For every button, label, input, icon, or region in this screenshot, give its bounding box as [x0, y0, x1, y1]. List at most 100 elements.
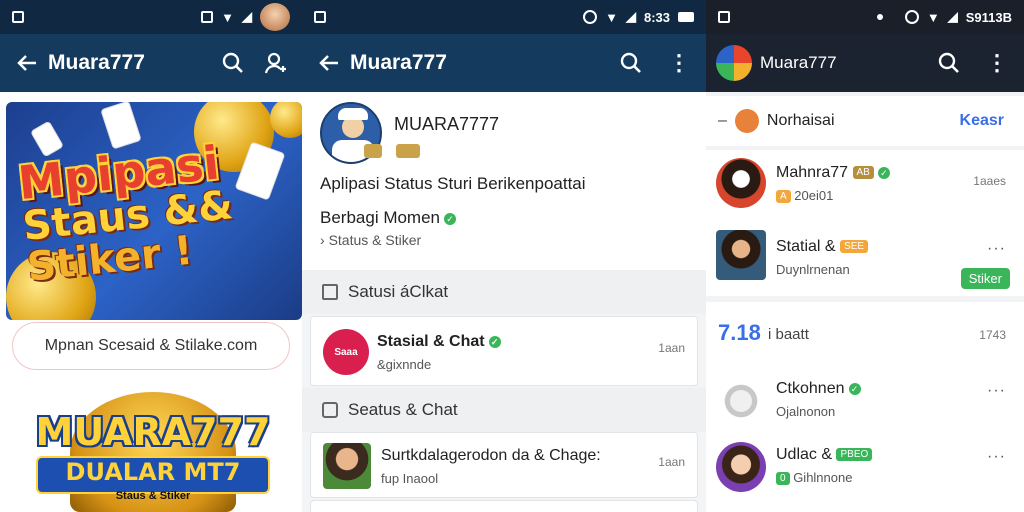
chat-time: 1aan: [658, 455, 685, 469]
chat-avatar: Saaa: [323, 329, 369, 375]
chat-bubble-icon: [322, 402, 338, 418]
contact-subtitle: 0 Gihlnnone: [776, 470, 853, 486]
divider-number: 7.18: [718, 320, 761, 345]
profile-subtitle-text: Berbagi Momen: [320, 208, 441, 227]
contact-subtitle-text: Gihlnnone: [793, 470, 853, 485]
add-user-icon[interactable]: [258, 46, 292, 80]
status-bar: ▼ ◢ S9113B: [706, 0, 1024, 34]
back-arrow-icon[interactable]: [10, 46, 44, 80]
chat-name-text: Stasial & Chat: [377, 333, 485, 350]
contact-name-text: Mahnra77: [776, 164, 849, 181]
chat-avatar: [323, 443, 371, 489]
verified-icon: ✓: [444, 212, 457, 225]
list-item[interactable]: Surtkdalagerodon da & Chage: fup Inaool …: [310, 432, 698, 498]
profile-tagline-text: Status & Stiker: [328, 232, 422, 248]
contact-avatar: [716, 376, 766, 426]
list-item[interactable]: Saaa Stasial & Chat ✓ &gixnnde 1aan: [310, 316, 698, 386]
alarm-icon: [583, 10, 598, 24]
gallery-icon: [12, 11, 24, 23]
app-title: Muara777: [48, 51, 145, 74]
record-icon: [201, 11, 214, 23]
playing-card-graphic: [100, 102, 142, 150]
chat-name: Surtkdalagerodon da & Chage:: [381, 447, 601, 464]
screen-left: ▼ ◢ Muara777 Mpipasi Staus && Stiker ! M…: [0, 0, 302, 512]
contact-time: 1aaes: [973, 174, 1006, 188]
more-vert-icon[interactable]: ⋮: [980, 46, 1014, 80]
status-bar: ▼ ◢ 8:33: [302, 0, 706, 34]
section-header-1-text: Satusi áClkat: [348, 282, 449, 301]
wifi-icon: ▼: [221, 9, 234, 25]
contact-name-text: Udlac &: [776, 446, 833, 463]
clock-text: 8:33: [643, 9, 670, 25]
avatar: [260, 3, 290, 31]
signal-icon: ◢: [947, 9, 958, 24]
contact-subtitle: Duynlrnenan: [776, 262, 850, 277]
section-header-2-text: Seatus & Chat: [348, 400, 458, 419]
list-item[interactable]: Udlac & PBEO 0 Gihlnnone ···: [706, 438, 1024, 502]
screen-middle: ▼ ◢ 8:33 Muara777 ⋮ MUARA7777 Aplipasi S…: [302, 0, 706, 512]
contact-avatar: [716, 230, 766, 280]
search-icon[interactable]: [216, 46, 250, 80]
list-item[interactable]: [310, 500, 698, 512]
record-icon: [876, 14, 883, 20]
more-horiz-icon[interactable]: ···: [987, 448, 1006, 466]
promo-banner[interactable]: Mpipasi Staus && Stiker !: [6, 102, 302, 320]
contact-subtitle-text: 20ei01: [794, 188, 834, 203]
sticker-button[interactable]: Stiker: [960, 268, 1010, 289]
signal-icon: ◢: [625, 9, 636, 24]
alarm-icon: [904, 10, 919, 24]
verified-icon: ✓: [488, 335, 501, 348]
logo-line-1: MUARA777: [35, 410, 271, 454]
muara-logo: MUARA777 DUALAR MT7 Staus & Stiker: [30, 392, 276, 512]
contact-name: Udlac & PBEO: [776, 446, 873, 464]
app-bar: Muara777 ⋮: [302, 34, 706, 92]
app-title: Muara777: [760, 53, 837, 72]
contact-name-text: Statial &: [776, 238, 836, 255]
app-title: Muara777: [350, 51, 447, 74]
more-horiz-icon[interactable]: ···: [987, 240, 1006, 258]
app-logo-icon: [716, 45, 752, 81]
contact-badge: PBEO: [836, 448, 873, 462]
gallery-icon: [718, 11, 730, 23]
divider-time: 1743: [979, 328, 1006, 342]
list-item[interactable]: Statial & SEE Duynlrnenan ··· Stiker: [706, 226, 1024, 296]
header-badge-icon: [734, 109, 759, 133]
contact-badge: AB: [852, 166, 874, 180]
contact-subtitle: A 20ei01: [776, 188, 834, 204]
logo-line-2: DUALAR MT7: [65, 458, 241, 486]
contact-sub-badge: A: [776, 190, 791, 204]
app-bar: Muara777 ⋮: [706, 34, 1024, 92]
section-header-2: Seatus & Chat: [302, 388, 706, 432]
search-icon[interactable]: [614, 46, 648, 80]
verified-icon: ✓: [877, 166, 890, 179]
list-item[interactable]: Mahnra77 AB ✓ A 20ei01 1aaes: [706, 150, 1024, 220]
more-vert-icon[interactable]: ⋮: [662, 46, 696, 80]
profile-description: Aplipasi Status Sturi Berikenpoattai: [320, 174, 586, 193]
contact-sub-badge: 0: [776, 472, 790, 486]
level-badge: [396, 144, 420, 158]
contacts-card: Mahnra77 AB ✓ A 20ei01 1aaes Statial & SE…: [706, 150, 1024, 296]
contact-avatar: [716, 158, 766, 208]
website-pill[interactable]: Mpnan Scesaid & Stilake.com: [12, 322, 290, 370]
contact-name: Ctkohnen ✓: [776, 380, 861, 398]
app-bar: Muara777: [0, 34, 302, 92]
status-bar: ▼ ◢: [0, 0, 302, 34]
profile-name: MUARA7777: [394, 114, 500, 134]
image-icon: [322, 284, 338, 300]
signal-icon: ◢: [242, 9, 252, 24]
search-icon[interactable]: [932, 46, 966, 80]
back-arrow-icon[interactable]: [312, 46, 346, 80]
contact-avatar: [716, 442, 766, 492]
banner-headline: Mpipasi Staus && Stiker !: [16, 132, 298, 290]
list-item[interactable]: Ctkohnen ✓ Ojalnonon ···: [706, 372, 1024, 436]
more-horiz-icon[interactable]: ···: [987, 382, 1006, 400]
dash-icon: –: [718, 112, 727, 129]
wifi-icon: ▼: [605, 9, 618, 25]
contact-subtitle: Ojalnonon: [776, 404, 836, 419]
divider-row: 7.18 i baatt 1743: [706, 302, 1024, 366]
gallery-icon: [314, 11, 326, 23]
section-header-1: Satusi áClkat: [302, 270, 706, 314]
contact-name: Statial & SEE: [776, 238, 869, 256]
wifi-icon: ▼: [926, 9, 940, 25]
list-header-link[interactable]: Keasr: [960, 112, 1004, 130]
